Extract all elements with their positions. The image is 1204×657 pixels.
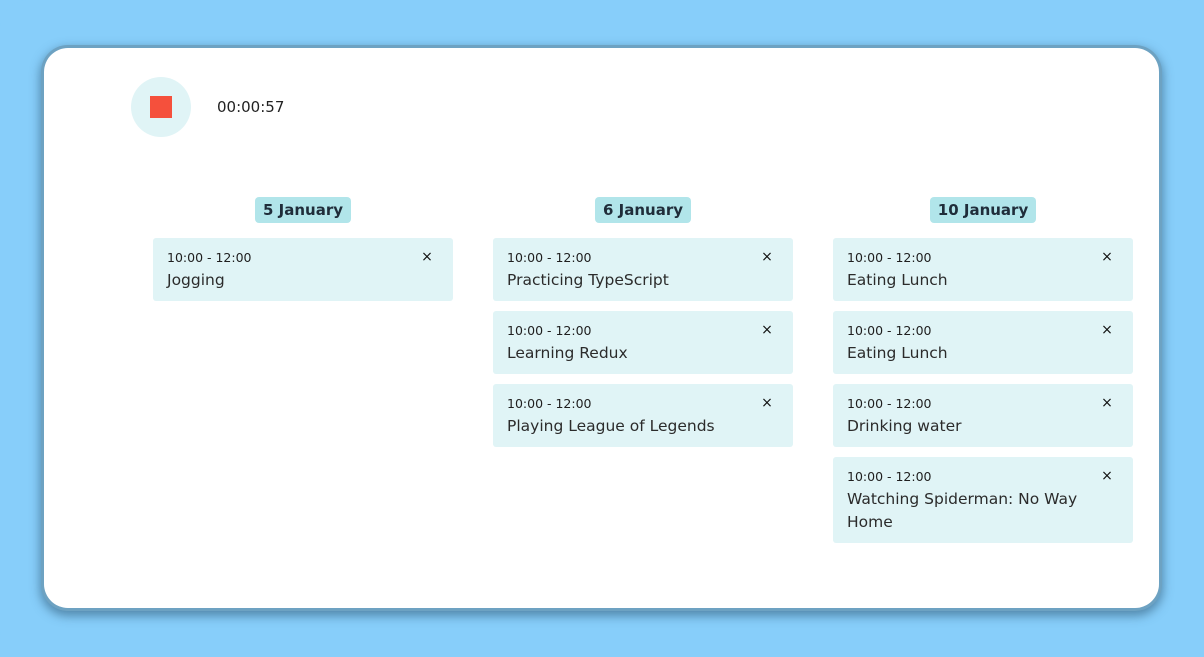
timer-display: 00:00:57 [217,98,285,116]
entry-time-range: 10:00 - 12:00 [847,396,932,411]
entry-time-range: 10:00 - 12:00 [847,469,932,484]
entry-time-range: 10:00 - 12:00 [507,323,592,338]
delete-entry-button[interactable]: × [758,321,776,339]
day-column-5-january: 5 January 10:00 - 12:00 Jogging × [153,197,453,311]
day-header: 5 January [254,197,352,223]
day-column-6-january: 6 January 10:00 - 12:00 Practicing TypeS… [493,197,793,457]
time-entry: 10:00 - 12:00 Jogging × [153,238,453,301]
delete-entry-button[interactable]: × [1098,321,1116,339]
entry-title: Playing League of Legends [507,417,715,435]
time-entry: 10:00 - 12:00 Eating Lunch × [833,311,1133,374]
time-entry: 10:00 - 12:00 Watching Spiderman: No Way… [833,457,1133,543]
delete-entry-button[interactable]: × [758,394,776,412]
stop-timer-button[interactable] [131,77,191,137]
entry-title: Learning Redux [507,344,628,362]
entry-time-range: 10:00 - 12:00 [507,250,592,265]
delete-entry-button[interactable]: × [418,248,436,266]
day-header: 10 January [929,197,1037,223]
entry-time-range: 10:00 - 12:00 [167,250,252,265]
entry-title: Jogging [167,271,225,289]
delete-entry-button[interactable]: × [1098,467,1116,485]
time-entry: 10:00 - 12:00 Practicing TypeScript × [493,238,793,301]
time-entry: 10:00 - 12:00 Eating Lunch × [833,238,1133,301]
delete-entry-button[interactable]: × [758,248,776,266]
entry-title: Watching Spiderman: No Way Home [847,490,1078,531]
entry-title: Eating Lunch [847,344,948,362]
time-entry: 10:00 - 12:00 Playing League of Legends … [493,384,793,447]
entry-title: Drinking water [847,417,962,435]
day-column-10-january: 10 January 10:00 - 12:00 Eating Lunch × … [833,197,1133,553]
entry-time-range: 10:00 - 12:00 [847,323,932,338]
entry-time-range: 10:00 - 12:00 [847,250,932,265]
stop-icon [150,96,172,118]
delete-entry-button[interactable]: × [1098,248,1116,266]
time-entry: 10:00 - 12:00 Drinking water × [833,384,1133,447]
day-header: 6 January [594,197,692,223]
entry-title: Practicing TypeScript [507,271,669,289]
entry-time-range: 10:00 - 12:00 [507,396,592,411]
delete-entry-button[interactable]: × [1098,394,1116,412]
time-entry: 10:00 - 12:00 Learning Redux × [493,311,793,374]
entry-title: Eating Lunch [847,271,948,289]
